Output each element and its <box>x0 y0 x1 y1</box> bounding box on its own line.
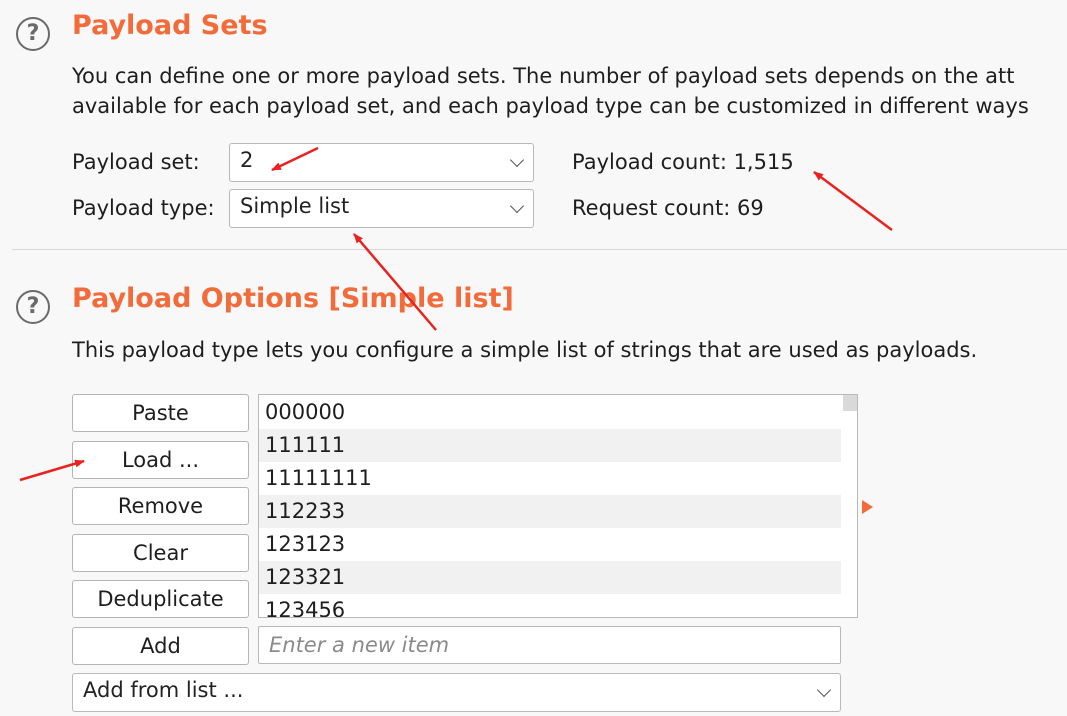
add-button[interactable]: Add <box>72 627 249 665</box>
annotation-arrow-payload-count <box>813 170 893 232</box>
list-item[interactable]: 123321 <box>259 561 841 594</box>
add-from-list-select[interactable]: Add from list ... <box>72 673 841 712</box>
triangle-right-icon[interactable] <box>862 500 873 514</box>
payload-sets-description-line1: You can define one or more payload sets.… <box>72 64 1015 88</box>
list-item[interactable]: 000000 <box>259 396 841 429</box>
clear-button[interactable]: Clear <box>72 534 249 572</box>
chevron-down-icon <box>509 198 525 214</box>
help-circle-icon[interactable]: ? <box>16 290 50 324</box>
payload-sets-title: Payload Sets <box>72 10 268 41</box>
deduplicate-button[interactable]: Deduplicate <box>72 580 249 618</box>
chevron-down-icon <box>509 152 525 168</box>
payload-set-label: Payload set: <box>72 150 200 174</box>
list-item[interactable]: 123456 <box>259 594 841 617</box>
help-circle-icon[interactable]: ? <box>16 17 50 51</box>
payload-set-value: 2 <box>240 148 254 172</box>
request-count: Request count: 69 <box>572 196 764 220</box>
list-item[interactable]: 112233 <box>259 495 841 528</box>
intruder-payloads-page: ? Payload Sets You can define one or mor… <box>0 0 1067 716</box>
list-scrollbar[interactable] <box>843 395 857 411</box>
payload-set-select[interactable]: 2 <box>229 143 534 182</box>
add-from-list-label: Add from list ... <box>83 678 244 702</box>
load-button[interactable]: Load ... <box>72 441 249 479</box>
section-divider <box>12 249 1067 250</box>
list-item[interactable]: 111111 <box>259 429 841 462</box>
new-item-input[interactable] <box>258 626 841 664</box>
list-item[interactable]: 123123 <box>259 528 841 561</box>
chevron-down-icon <box>816 682 832 698</box>
payload-type-select[interactable]: Simple list <box>229 189 534 228</box>
list-item[interactable]: 11111111 <box>259 462 841 495</box>
payload-type-label: Payload type: <box>72 196 215 220</box>
payload-count: Payload count: 1,515 <box>572 150 794 174</box>
payload-sets-description-line2: available for each payload set, and each… <box>72 94 1029 118</box>
payload-options-title: Payload Options [Simple list] <box>72 283 514 314</box>
remove-button[interactable]: Remove <box>72 487 249 525</box>
payload-list[interactable]: 000000 111111 11111111 112233 123123 123… <box>258 394 858 618</box>
paste-button[interactable]: Paste <box>72 394 249 432</box>
payload-type-value: Simple list <box>240 194 350 218</box>
payload-options-description: This payload type lets you configure a s… <box>72 338 978 362</box>
